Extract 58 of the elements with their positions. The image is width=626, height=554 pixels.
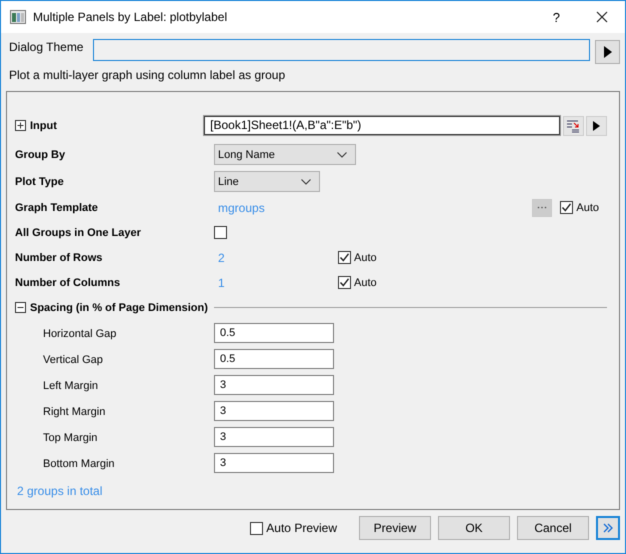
play-icon	[593, 120, 600, 130]
field-label: Right Margin	[43, 406, 106, 418]
checkbox-label: Auto	[576, 202, 599, 214]
help-button[interactable]: ?	[552, 10, 560, 24]
checkbox-label: Auto Preview	[266, 521, 337, 535]
checkbox[interactable]	[560, 201, 574, 214]
caret-icon	[336, 152, 347, 158]
text-field[interactable]: 3	[214, 427, 334, 447]
field-label: Number of Columns	[15, 276, 120, 288]
checkbox-label: Auto	[354, 252, 377, 264]
dialog-button[interactable]: Cancel	[517, 516, 589, 540]
text-field[interactable]: 3	[214, 453, 334, 473]
column-select-icon	[566, 118, 580, 132]
checkbox[interactable]	[338, 251, 351, 264]
text-field[interactable]: 0.5	[214, 323, 334, 343]
dialog-button[interactable]: OK	[438, 516, 510, 540]
collapse-icon[interactable]	[15, 302, 26, 313]
field-label: Horizontal Gap	[43, 328, 116, 340]
caret-icon	[300, 178, 311, 184]
ellipsis-icon	[537, 206, 548, 209]
field-label: Left Margin	[43, 380, 98, 392]
value-text: 2	[217, 250, 226, 264]
arrow-button[interactable]	[586, 116, 608, 136]
dropdown[interactable]: Line	[214, 171, 320, 192]
input-field[interactable]: [Book1]Sheet1!(A,B"a":E"b")	[204, 116, 560, 135]
close-icon[interactable]	[596, 11, 608, 23]
value-text: 1	[217, 276, 226, 290]
description-text: Plot a multi-layer graph using column label as group	[8, 67, 286, 84]
window-title: Multiple Panels by Label: plotbylabel	[33, 10, 228, 24]
dropdown[interactable]: Long Name	[214, 144, 356, 165]
field-label: All Groups in One Layer	[15, 226, 141, 238]
theme-field[interactable]	[93, 39, 590, 61]
select-columns-button[interactable]	[562, 116, 584, 136]
expand-button[interactable]	[596, 516, 620, 540]
section-label: Spacing (in % of Page Dimension)	[30, 302, 208, 314]
text-field[interactable]: 3	[214, 375, 334, 395]
double-chevron-icon	[602, 522, 614, 534]
play-icon	[602, 46, 612, 58]
field-label: Bottom Margin	[43, 458, 115, 470]
expand-icon[interactable]	[15, 120, 26, 131]
text-field[interactable]: 3	[214, 401, 334, 421]
field-label: Group By	[15, 148, 66, 160]
field-label: Plot Type	[15, 176, 64, 188]
summary-text: 2 groups in total	[16, 484, 104, 498]
field-label: Vertical Gap	[43, 354, 103, 366]
checkbox[interactable]	[250, 522, 264, 534]
checkbox-label: Auto	[354, 276, 377, 288]
checkbox[interactable]	[338, 276, 351, 289]
arrow-button[interactable]	[595, 40, 620, 64]
field-label: Graph Template	[15, 202, 98, 214]
dialog-button[interactable]: Preview	[359, 516, 431, 540]
field-label: Top Margin	[43, 432, 98, 444]
field-label: Input	[30, 120, 57, 132]
field-label: Number of Rows	[15, 252, 102, 264]
app-icon	[10, 10, 26, 24]
field-label: Dialog Theme	[8, 40, 84, 54]
text-field[interactable]: 0.5	[214, 349, 334, 369]
checkbox[interactable]	[214, 226, 227, 239]
